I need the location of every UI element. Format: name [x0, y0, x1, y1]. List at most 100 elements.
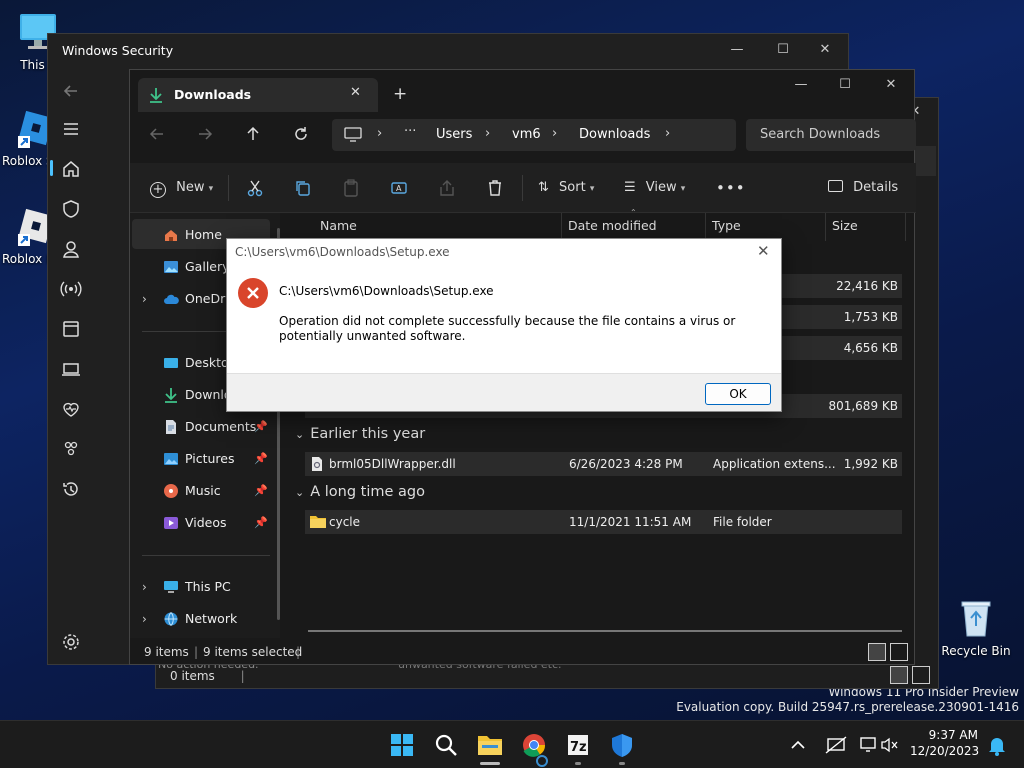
chevron-right-icon[interactable]: ›	[142, 605, 147, 633]
heartbeat-icon[interactable]	[58, 396, 84, 422]
back-arrow-icon[interactable]	[58, 78, 84, 104]
clock-time: 9:37 AM	[928, 728, 978, 742]
account-icon[interactable]	[58, 236, 84, 262]
error-dialog[interactable]: C:\Users\vm6\Downloads\Setup.exe ✕ C:\Us…	[226, 238, 782, 412]
new-button[interactable]: + New ▾	[150, 163, 213, 213]
start-button[interactable]	[382, 725, 422, 765]
device-security-icon[interactable]	[58, 356, 84, 382]
status-item-count: 0 items	[170, 669, 215, 683]
tiles-view-icon[interactable]	[912, 666, 930, 684]
close-tab-icon[interactable]: ✕	[350, 85, 361, 100]
sidebar-item-network[interactable]: › Network	[130, 605, 270, 633]
up-arrow-icon[interactable]	[244, 125, 262, 143]
chevron-right-icon[interactable]: ›	[142, 573, 147, 601]
back-arrow-icon[interactable]	[148, 125, 166, 143]
overflow-dots-icon[interactable]: ···	[404, 124, 416, 139]
tiles-view-icon[interactable]	[890, 643, 908, 661]
family-icon[interactable]	[58, 436, 84, 462]
file-size: 22,416 KB	[836, 279, 898, 293]
app-browser-icon[interactable]	[58, 316, 84, 342]
search-button[interactable]	[426, 725, 466, 765]
clock[interactable]: 9:37 AM 12/20/2023	[910, 727, 979, 759]
shield-icon[interactable]	[58, 196, 84, 222]
ok-button[interactable]: OK	[705, 383, 771, 405]
7zip-icon: 7z	[568, 735, 588, 755]
chevron-right-icon[interactable]: ›	[552, 126, 557, 141]
view-toggle-icons[interactable]	[890, 666, 932, 686]
svg-text:7z: 7z	[570, 740, 587, 755]
column-header-type[interactable]: Type	[712, 213, 826, 241]
group-header-earlier[interactable]: ⌄ Earlier this year	[295, 426, 425, 442]
chrome-taskbar-button[interactable]	[514, 725, 554, 767]
pin-icon[interactable]: 📌	[254, 477, 268, 505]
sidebar-item-label: Gallery	[185, 259, 230, 274]
pin-icon[interactable]: 📌	[254, 413, 268, 441]
sidebar-item-label: Pictures	[185, 451, 235, 466]
rename-icon[interactable]: A	[390, 179, 408, 197]
pin-icon[interactable]: 📌	[254, 509, 268, 537]
tab-downloads[interactable]: Downloads ✕	[138, 78, 378, 112]
details-view-icon[interactable]	[868, 643, 886, 661]
notifications-button[interactable]	[984, 725, 1010, 765]
view-button[interactable]: ☰ View ▾	[624, 163, 685, 213]
table-row[interactable]: brml05DllWrapper.dll 6/26/2023 4:28 PM A…	[305, 452, 902, 476]
breadcrumb-downloads[interactable]: Downloads	[579, 127, 650, 142]
sidebar-item-music[interactable]: Music 📌	[130, 477, 270, 505]
breadcrumb-users[interactable]: Users	[436, 127, 472, 142]
pin-icon[interactable]: 📌	[254, 445, 268, 473]
refresh-icon[interactable]	[292, 125, 310, 143]
chevron-right-icon[interactable]: ›	[485, 126, 490, 141]
show-hidden-icons-button[interactable]	[786, 725, 810, 765]
paste-icon[interactable]	[342, 179, 360, 197]
maximize-button[interactable]: ☐	[760, 34, 806, 66]
chevron-right-icon[interactable]: ›	[142, 285, 147, 313]
history-icon[interactable]	[58, 476, 84, 502]
chevron-right-icon[interactable]: ›	[665, 126, 670, 141]
cut-icon[interactable]	[246, 179, 264, 197]
delete-icon[interactable]	[486, 179, 504, 197]
search-input[interactable]: Search Downloads	[746, 119, 916, 151]
sidebar-item-this-pc[interactable]: › This PC	[130, 573, 270, 601]
sidebar-item-videos[interactable]: Videos 📌	[130, 509, 270, 537]
sidebar-item-documents[interactable]: Documents 📌	[130, 413, 270, 441]
share-icon[interactable]	[438, 179, 456, 197]
details-view-icon[interactable]	[890, 666, 908, 684]
forward-arrow-icon[interactable]	[196, 125, 214, 143]
details-label: Details	[853, 180, 899, 195]
close-icon[interactable]: ✕	[757, 242, 770, 260]
plus-circle-icon: +	[150, 182, 166, 198]
details-pane-button[interactable]: Details	[828, 163, 898, 213]
wireless-icon[interactable]	[58, 276, 84, 302]
7zip-taskbar-button[interactable]: 7z	[558, 725, 598, 765]
sidebar-item-pictures[interactable]: Pictures 📌	[130, 445, 270, 473]
sort-button[interactable]: ⇅ Sort ▾	[538, 163, 594, 213]
recycle-bin-desktop-icon[interactable]: Recycle Bin	[939, 596, 1013, 658]
maximize-button[interactable]: ☐	[822, 70, 868, 100]
copy-icon[interactable]	[294, 179, 312, 197]
system-tray-button[interactable]	[856, 725, 904, 765]
column-header-size[interactable]: Size	[832, 213, 906, 241]
close-button[interactable]: ✕	[802, 34, 848, 66]
new-tab-icon[interactable]: +	[393, 84, 407, 104]
file-explorer-taskbar-button[interactable]	[470, 725, 510, 765]
column-header-name[interactable]: Name	[320, 213, 562, 241]
more-options-icon[interactable]: •••	[716, 163, 746, 213]
close-button[interactable]: ✕	[868, 70, 914, 100]
group-header-long-ago[interactable]: ⌄ A long time ago	[295, 484, 425, 500]
breadcrumb-vm6[interactable]: vm6	[512, 127, 541, 142]
gallery-icon	[163, 259, 179, 275]
column-header-date[interactable]: Date modified	[568, 213, 706, 241]
table-row[interactable]: cycle 11/1/2021 11:51 AM File folder	[305, 510, 902, 534]
windows-security-taskbar-button[interactable]	[602, 725, 642, 765]
taskbar: 7z 9:37 AM 12/20/2023	[0, 720, 1024, 768]
address-bar[interactable]: › ··· Users › vm6 › Downloads ›	[332, 119, 736, 151]
chevron-right-icon[interactable]: ›	[377, 126, 382, 141]
minimize-button[interactable]: —	[778, 70, 824, 100]
home-icon[interactable]	[58, 156, 84, 182]
hamburger-menu-icon[interactable]	[58, 116, 84, 142]
horizontal-scrollbar[interactable]	[308, 630, 902, 632]
minimize-button[interactable]: —	[714, 34, 760, 66]
network-tray-button[interactable]	[822, 725, 852, 765]
settings-gear-icon[interactable]	[58, 629, 84, 655]
volume-muted-icon	[881, 737, 898, 753]
